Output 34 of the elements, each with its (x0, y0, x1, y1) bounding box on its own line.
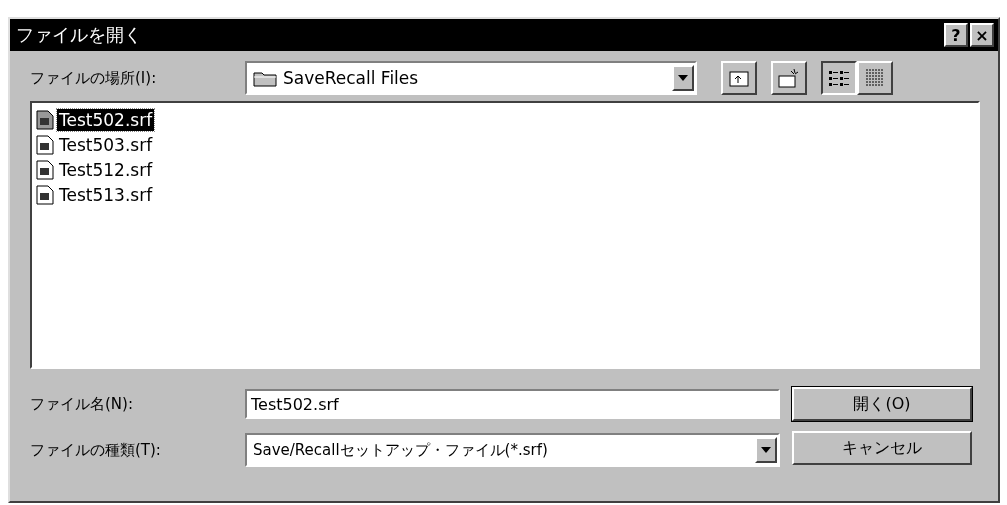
dropdown-button[interactable] (755, 437, 777, 463)
filename-label: ファイル名(N): (30, 394, 134, 414)
cancel-button[interactable]: キャンセル (792, 431, 972, 465)
help-button[interactable]: ? (944, 23, 968, 47)
location-value: SaveRecall Files (283, 68, 420, 88)
list-view-button[interactable] (821, 61, 857, 95)
filetype-value: Save/Recallセットアップ・ファイル(*.srf) (253, 440, 549, 460)
filetype-dropdown[interactable]: Save/Recallセットアップ・ファイル(*.srf) (245, 433, 780, 467)
new-folder-icon (778, 68, 800, 88)
file-icon (36, 185, 54, 205)
file-item[interactable]: Test512.srf (57, 159, 155, 181)
location-dropdown[interactable]: SaveRecall Files (245, 61, 697, 95)
dropdown-button[interactable] (672, 65, 694, 91)
filetype-label: ファイルの種類(T): (30, 440, 162, 460)
dropdown-arrow-icon (678, 75, 688, 81)
file-icon (36, 160, 54, 180)
file-item[interactable]: Test503.srf (57, 134, 155, 156)
list-view-icon (827, 68, 851, 88)
filename-field[interactable]: Test502.srf (245, 389, 780, 419)
details-view-button[interactable] (857, 61, 893, 95)
details-view-icon (864, 68, 886, 88)
dropdown-arrow-icon (761, 447, 771, 453)
file-icon (36, 110, 54, 130)
folder-icon (253, 69, 277, 87)
file-icon (36, 135, 54, 155)
file-item[interactable]: Test502.srf (57, 109, 155, 131)
location-label: ファイルの場所(I): (30, 68, 158, 88)
up-folder-button[interactable] (721, 61, 757, 95)
up-folder-icon (729, 69, 749, 87)
close-button[interactable]: × (970, 23, 994, 47)
window-title: ファイルを開く (16, 23, 143, 47)
open-button[interactable]: 開く(O) (792, 387, 972, 421)
file-item[interactable]: Test513.srf (57, 184, 155, 206)
new-folder-button[interactable] (771, 61, 807, 95)
